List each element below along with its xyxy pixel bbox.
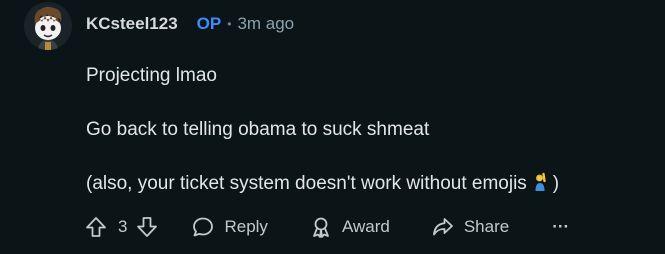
arrow-down-icon	[137, 217, 158, 237]
comment-action-bar: 3 Reply Award Share ···	[84, 212, 569, 242]
award-button[interactable]: Award	[309, 215, 390, 239]
speech-bubble-icon	[193, 217, 214, 237]
timestamp[interactable]: 3m ago	[237, 14, 294, 34]
award-label: Award	[341, 217, 390, 236]
arrow-up-icon	[86, 217, 106, 237]
vote-count: 3	[118, 217, 128, 236]
separator-dot: •	[227, 17, 232, 31]
reply-label: Reply	[224, 217, 268, 236]
award-ribbon-icon	[313, 217, 329, 238]
comment-paragraph-end: )	[552, 173, 560, 194]
comment-card: KCsteel123 OP • 3m ago Projecting lmao G…	[0, 0, 665, 254]
more-options-button[interactable]: ···	[552, 217, 569, 237]
share-label: Share	[463, 217, 510, 236]
avatar[interactable]	[23, 2, 73, 50]
comment-paragraph: Go back to telling obama to suck shmeat	[86, 119, 430, 140]
avatar-image	[24, 2, 72, 50]
share-arrow-icon	[432, 218, 453, 236]
reply-button[interactable]: Reply	[191, 215, 268, 239]
comment-paragraph: Projecting lmao	[86, 65, 217, 86]
person-raising-hand-emoji-icon	[533, 172, 549, 200]
comment-header: KCsteel123 OP • 3m ago	[86, 13, 294, 35]
comment-paragraph: (also, your ticket system doesn't work w…	[86, 170, 559, 200]
share-button[interactable]: Share	[431, 215, 509, 239]
username-link[interactable]: KCsteel123	[86, 14, 178, 34]
upvote-button[interactable]	[84, 215, 108, 239]
more-options-icon: ···	[552, 217, 570, 236]
comment-paragraph-text: (also, your ticket system doesn't work w…	[86, 173, 527, 194]
op-badge: OP	[196, 14, 222, 33]
downvote-button[interactable]	[135, 215, 159, 239]
comment-body: Projecting lmao Go back to telling obama…	[86, 62, 559, 227]
